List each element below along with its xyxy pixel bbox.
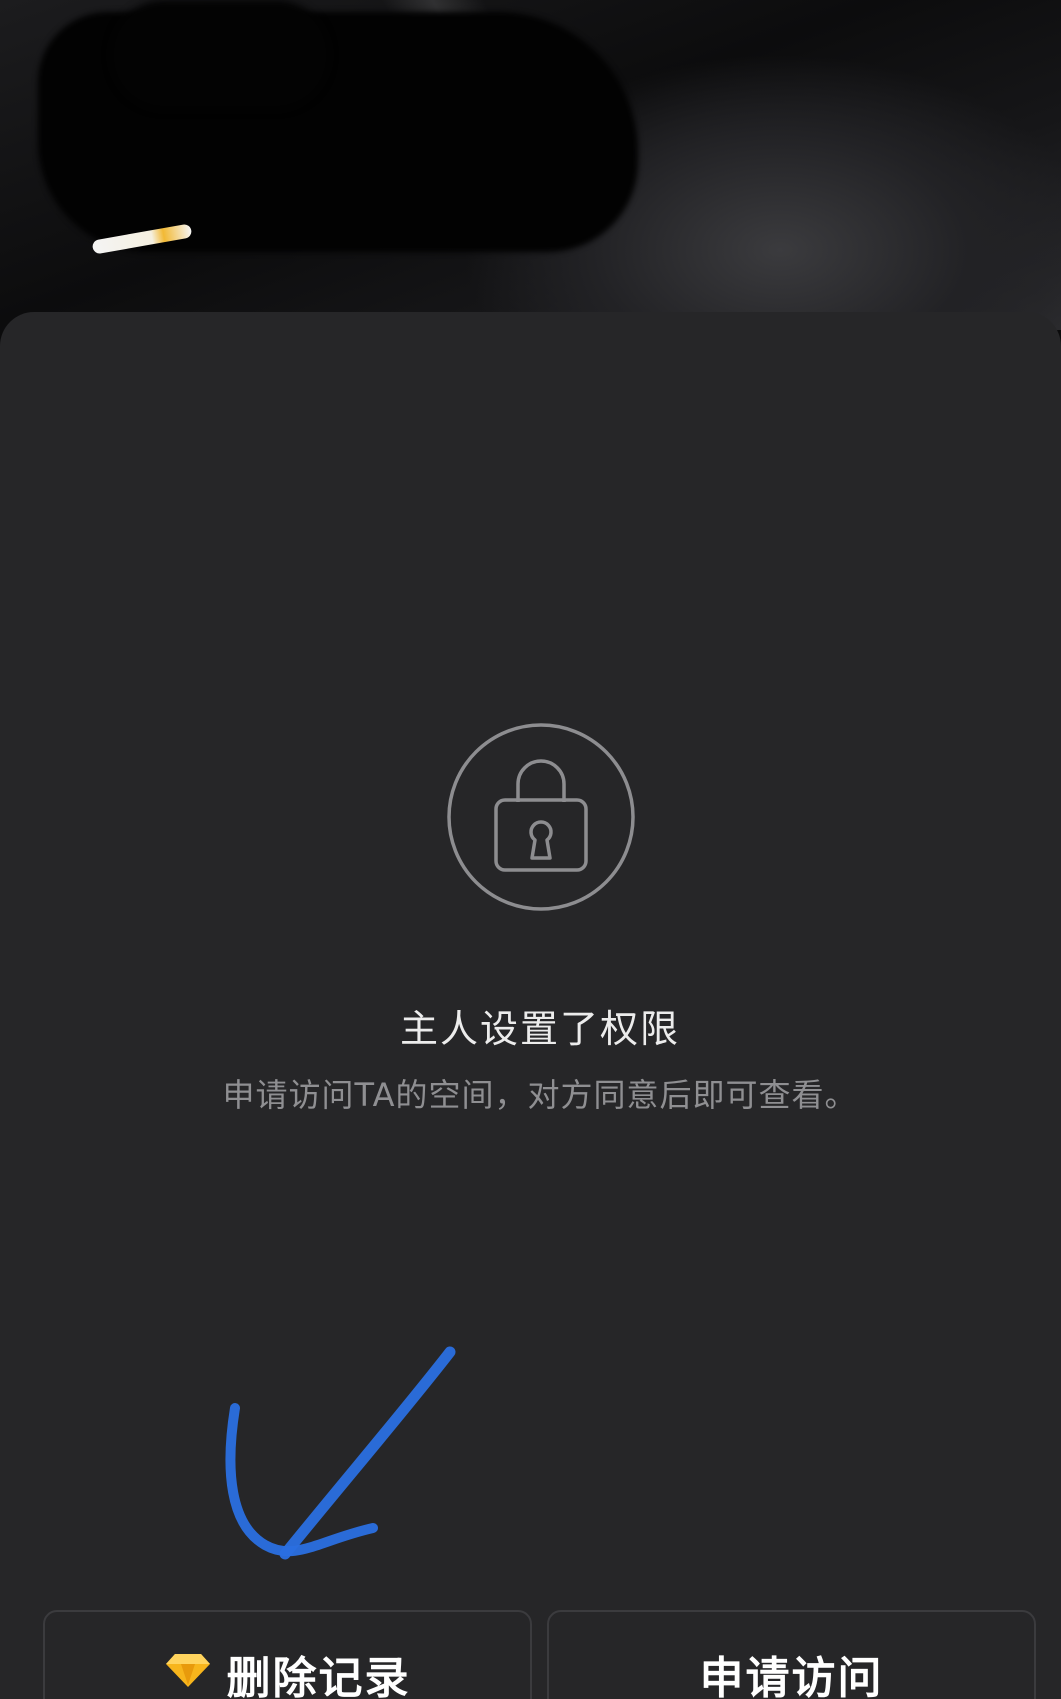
cover-redaction-top: [110, 0, 330, 110]
hand-drawn-arrow-icon: [225, 1346, 456, 1560]
screen: 主人设置了权限 申请访问TA的空间，对方同意后即可查看。 删除记录 申请访问: [0, 0, 1061, 1699]
permission-title: 主人设置了权限: [399, 1007, 680, 1051]
request-access-label: 申请访问: [699, 1653, 884, 1699]
lock-icon: [446, 722, 636, 912]
permission-subtitle: 申请访问TA的空间，对方同意后即可查看。: [222, 1076, 858, 1114]
request-access-button[interactable]: 申请访问: [547, 1610, 1036, 1699]
diamond-icon: [165, 1654, 210, 1687]
delete-record-button[interactable]: 删除记录: [43, 1610, 532, 1699]
profile-cover-image: [0, 0, 1061, 330]
delete-record-label: 删除记录: [226, 1653, 411, 1699]
